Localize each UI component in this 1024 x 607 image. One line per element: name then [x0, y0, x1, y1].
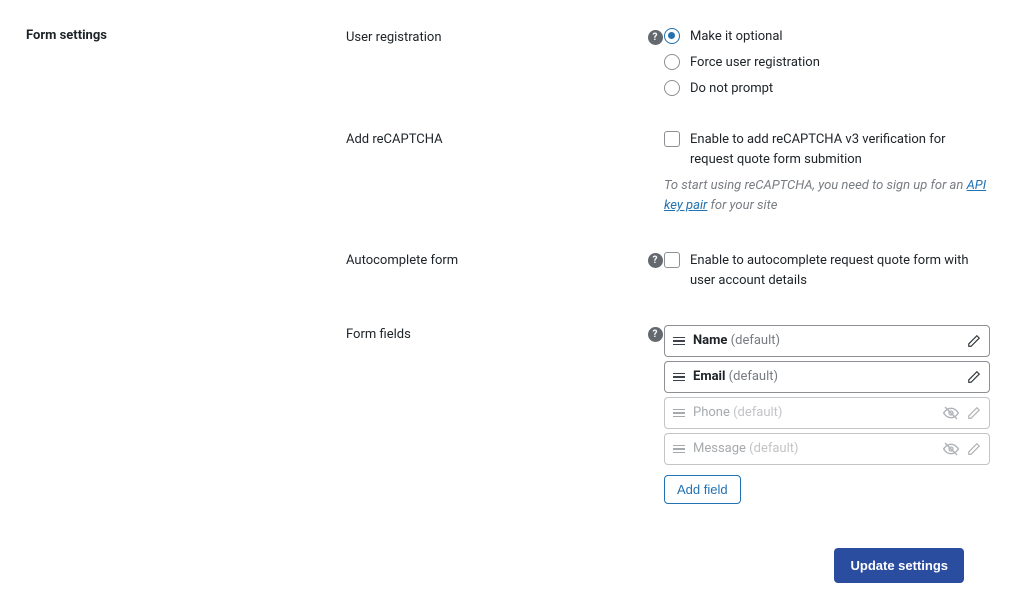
eye-off-icon[interactable] [943, 441, 959, 457]
radio-input[interactable] [664, 28, 680, 44]
radio-input[interactable] [664, 80, 680, 96]
pencil-icon[interactable] [967, 334, 981, 348]
form-field-item[interactable]: Message (default) [664, 433, 990, 465]
drag-handle-icon[interactable] [673, 409, 685, 418]
autocomplete-checkbox[interactable] [664, 252, 680, 268]
form-field-item[interactable]: Email (default) [664, 361, 990, 393]
user-registration-label: User registration [346, 28, 646, 96]
form-field-item[interactable]: Name (default) [664, 325, 990, 357]
add-field-button[interactable]: Add field [664, 475, 741, 504]
form-fields-list: Name (default) Email (default) Phone (defa… [664, 325, 990, 504]
form-field-name: Phone (default) [693, 405, 782, 420]
help-icon[interactable]: ? [648, 327, 663, 342]
drag-handle-icon[interactable] [673, 337, 685, 346]
update-settings-button[interactable]: Update settings [834, 548, 964, 583]
section-heading: Form settings [26, 28, 346, 96]
drag-handle-icon[interactable] [673, 373, 685, 382]
form-field-item[interactable]: Phone (default) [664, 397, 990, 429]
help-icon[interactable]: ? [648, 253, 663, 268]
radio-label: Make it optional [690, 29, 783, 44]
pencil-icon[interactable] [967, 370, 981, 384]
recaptcha-hint: To start using reCAPTCHA, you need to si… [664, 176, 990, 216]
radio-do-not-prompt[interactable]: Do not prompt [664, 80, 990, 96]
radio-force-registration[interactable]: Force user registration [664, 54, 990, 70]
autocomplete-checkbox-label: Enable to autocomplete request quote for… [690, 251, 990, 291]
recaptcha-checkbox-label: Enable to add reCAPTCHA v3 verification … [690, 130, 990, 170]
form-field-name: Email (default) [693, 369, 778, 384]
form-fields-label: Form fields [346, 325, 646, 504]
radio-label: Do not prompt [690, 81, 773, 96]
form-field-name: Name (default) [693, 333, 780, 348]
pencil-icon[interactable] [967, 442, 981, 456]
help-icon[interactable]: ? [648, 30, 663, 45]
recaptcha-label: Add reCAPTCHA [346, 130, 646, 217]
pencil-icon[interactable] [967, 406, 981, 420]
form-field-name: Message (default) [693, 441, 799, 456]
radio-make-optional[interactable]: Make it optional [664, 28, 990, 44]
eye-off-icon[interactable] [943, 405, 959, 421]
recaptcha-checkbox[interactable] [664, 131, 680, 147]
autocomplete-label: Autocomplete form [346, 251, 646, 291]
drag-handle-icon[interactable] [673, 445, 685, 454]
radio-input[interactable] [664, 54, 680, 70]
radio-label: Force user registration [690, 55, 820, 70]
